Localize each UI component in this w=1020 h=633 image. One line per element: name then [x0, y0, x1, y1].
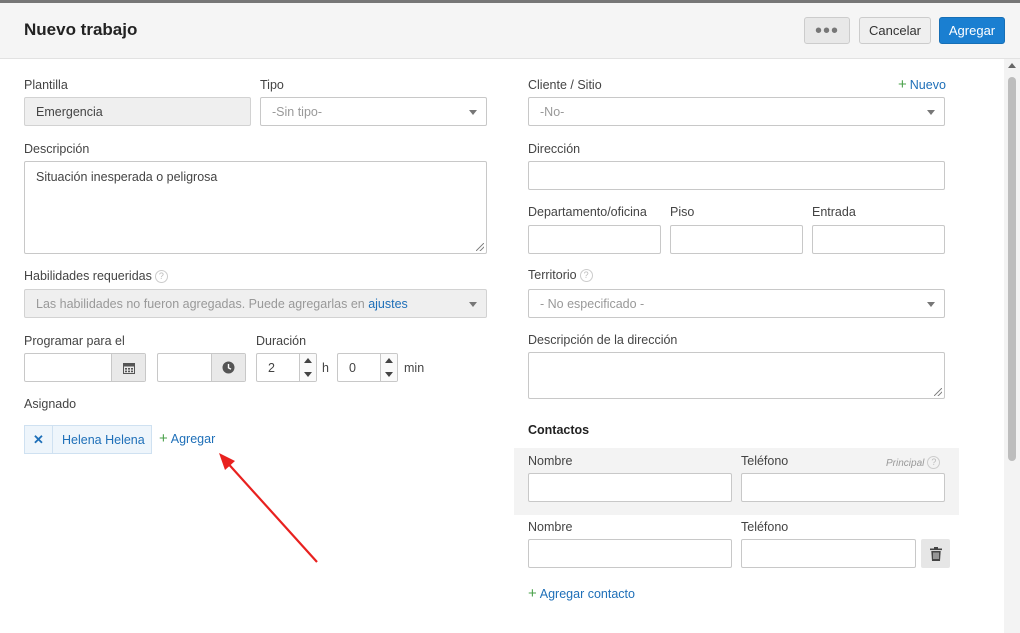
desc-direccion-label: Descripción de la dirección [528, 333, 678, 347]
dialog-title: Nuevo trabajo [24, 20, 138, 39]
cliente-value: -No- [540, 104, 565, 119]
minutes-value: 0 [349, 360, 356, 375]
clock-icon [222, 361, 235, 374]
entrada-input[interactable] [812, 225, 945, 254]
entrada-label: Entrada [812, 205, 856, 219]
arrow-down-icon[interactable] [304, 372, 312, 377]
asignado-label: Asignado [24, 397, 77, 411]
contactos-title: Contactos [528, 423, 590, 437]
add-assignee-label: Agregar [170, 432, 216, 446]
territorio-label: Territorio? [528, 268, 593, 282]
territorio-value: - No especificado - [540, 296, 645, 311]
plantilla-field: Emergencia [24, 97, 251, 126]
habilidades-placeholder: Las habilidades no fueron agregadas. Pue… [36, 296, 365, 311]
arrow-down-icon[interactable] [385, 372, 393, 377]
chevron-down-icon [469, 302, 477, 307]
resize-grip-icon[interactable] [934, 388, 942, 396]
plus-icon: + [528, 585, 537, 602]
departamento-label: Departamento/oficina [528, 205, 647, 219]
assignee-name: Helena Helena [62, 432, 145, 447]
trash-icon [929, 546, 942, 561]
habilidades-label-text: Habilidades requeridas [24, 269, 152, 283]
red-arrow-annotation [219, 453, 318, 563]
arrow-up-icon[interactable] [385, 358, 393, 363]
piso-input[interactable] [670, 225, 803, 254]
plantilla-value: Emergencia [36, 104, 103, 119]
question-circle-icon[interactable]: ? [927, 456, 941, 469]
time-input[interactable] [157, 353, 246, 382]
duracion-label: Duración [256, 334, 307, 348]
principal-label: Principal [886, 458, 925, 469]
chevron-down-icon [927, 302, 935, 307]
territorio-select[interactable]: - No especificado - [528, 289, 945, 318]
new-client-button[interactable]: + Nuevo [898, 76, 946, 93]
scrollbar-thumb[interactable] [1008, 77, 1016, 461]
more-options-button[interactable]: ••• [804, 17, 850, 44]
contact-phone-input[interactable] [741, 539, 916, 568]
cliente-label: Cliente / Sitio [528, 78, 602, 92]
resize-grip-icon[interactable] [476, 243, 484, 251]
direccion-label: Dirección [528, 142, 581, 156]
tipo-select[interactable]: -Sin tipo- [260, 97, 487, 126]
contact-phone-input[interactable] [741, 473, 945, 502]
contact-name-input[interactable] [528, 473, 732, 502]
descripcion-textarea[interactable]: Situación inesperada o peligrosa [24, 161, 487, 254]
plus-icon: + [898, 76, 907, 93]
cancel-button[interactable]: Cancelar [859, 17, 931, 44]
delete-contact-button[interactable] [921, 539, 950, 568]
plantilla-label: Plantilla [24, 78, 68, 92]
remove-assignee-button[interactable]: ✕ [25, 426, 53, 453]
hours-spinner[interactable] [299, 354, 316, 381]
contact-name-input[interactable] [528, 539, 732, 568]
habilidades-label: Habilidades requeridas? [24, 269, 168, 283]
clock-button[interactable] [211, 354, 245, 381]
add-contact-label: Agregar contacto [539, 587, 635, 601]
direccion-input[interactable] [528, 161, 945, 190]
plus-icon: + [159, 430, 168, 447]
add-assignee-button[interactable]: + Agregar [159, 430, 215, 447]
departamento-input[interactable] [528, 225, 661, 254]
arrow-up-icon[interactable] [304, 358, 312, 363]
add-contact-button[interactable]: + Agregar contacto [528, 585, 635, 602]
piso-label: Piso [670, 205, 695, 219]
tipo-value: -Sin tipo- [272, 104, 323, 119]
contact-name-label: Nombre [528, 454, 573, 468]
minutes-spinner[interactable] [380, 354, 397, 381]
contact-phone-label: Teléfono [741, 520, 789, 534]
date-input[interactable] [24, 353, 146, 382]
descripcion-label: Descripción [24, 142, 90, 156]
minutes-stepper[interactable]: 0 [337, 353, 398, 382]
cliente-select[interactable]: -No- [528, 97, 945, 126]
minutes-unit: min [404, 361, 425, 375]
scroll-up-icon[interactable] [1008, 63, 1016, 68]
question-circle-icon[interactable]: ? [154, 270, 168, 283]
chevron-down-icon [927, 110, 935, 115]
descripcion-value: Situación inesperada o peligrosa [36, 170, 218, 184]
question-circle-icon[interactable]: ? [579, 269, 593, 282]
hours-value: 2 [268, 360, 275, 375]
tipo-label: Tipo [260, 78, 284, 92]
contact-name-label: Nombre [528, 520, 573, 534]
assignee-tag: ✕ Helena Helena [24, 425, 152, 454]
habilidades-select[interactable]: Las habilidades no fueron agregadas. Pue… [24, 289, 487, 318]
desc-direccion-textarea[interactable] [528, 352, 945, 399]
ajustes-link[interactable]: ajustes [368, 297, 408, 311]
principal-badge: Principal? [886, 456, 941, 469]
chevron-down-icon [469, 110, 477, 115]
territorio-label-text: Territorio [528, 268, 577, 282]
dialog-header: Nuevo trabajo ••• Cancelar Agregar [0, 3, 1020, 59]
vertical-scrollbar[interactable] [1004, 59, 1020, 633]
hours-stepper[interactable]: 2 [256, 353, 317, 382]
new-client-label: Nuevo [909, 78, 946, 92]
calendar-button[interactable] [111, 354, 145, 381]
calendar-icon [122, 362, 135, 374]
programar-label: Programar para el [24, 334, 125, 348]
hours-unit: h [322, 361, 329, 375]
contact-phone-label: Teléfono [741, 454, 789, 468]
add-button[interactable]: Agregar [939, 17, 1005, 44]
